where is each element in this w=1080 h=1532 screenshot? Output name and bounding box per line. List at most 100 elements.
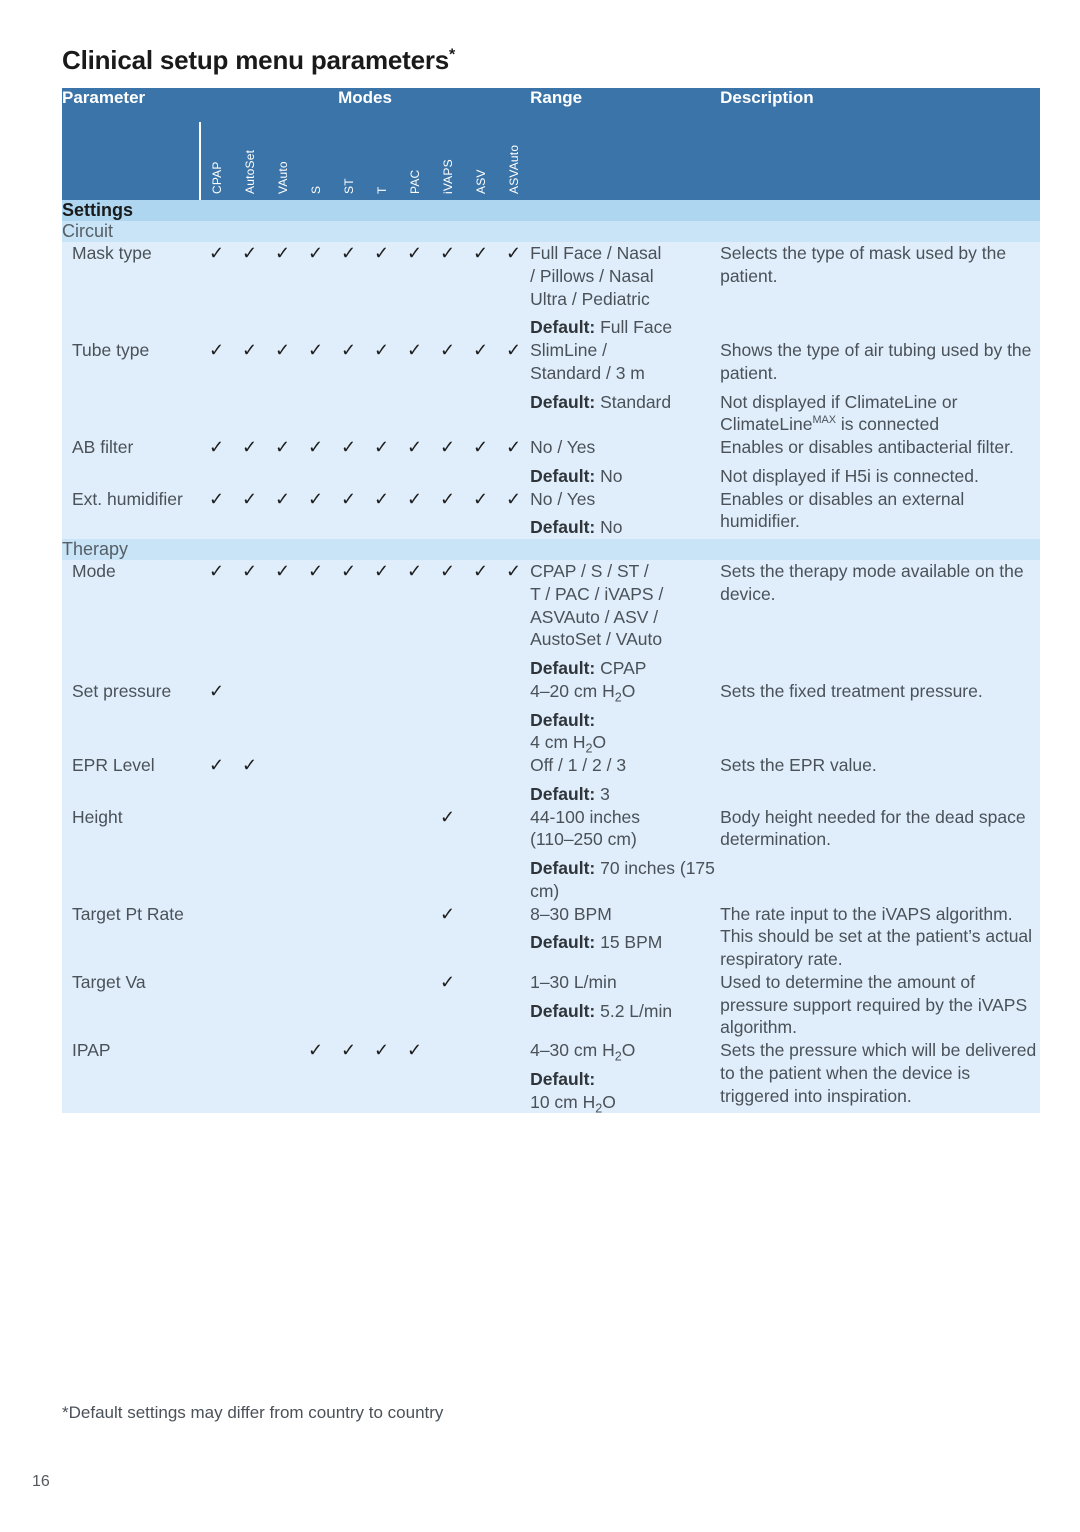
table-row: EPR Level ✓ ✓ Off / 1 / 2 / 3 Default: 3 Sets… bbox=[62, 754, 1041, 806]
parameter-name: Target Va bbox=[62, 970, 200, 1039]
mode-label-asv: ASV bbox=[473, 169, 488, 194]
description-cell: Enables or disables an external humidifi… bbox=[720, 487, 1041, 539]
mode-empty-vauto bbox=[266, 902, 299, 971]
mode-check-ivaps: ✓ bbox=[431, 970, 464, 1039]
mode-check-asv: ✓ bbox=[464, 560, 497, 680]
mode-empty-cpap bbox=[200, 805, 233, 903]
mode-empty-autoset bbox=[233, 679, 266, 754]
mode-column-ivaps: iVAPS bbox=[431, 122, 464, 200]
range-default: Default: No bbox=[530, 517, 623, 538]
table-row: Target Va ✓ 1–30 L/min Default: 5.2 L/min Us… bbox=[62, 970, 1041, 1039]
mode-check-asv: ✓ bbox=[464, 242, 497, 339]
mode-check-t: ✓ bbox=[365, 487, 398, 539]
parameter-name: Mode bbox=[62, 560, 200, 680]
description-cell: Sets the therapy mode available on the d… bbox=[720, 560, 1041, 680]
range-cell: SlimLine / Standard / 3 m Default: Standar… bbox=[530, 339, 721, 436]
description-main: Sets the pressure which will be delivere… bbox=[720, 1040, 1037, 1106]
description-cell: Used to determine the amount of pressure… bbox=[720, 970, 1041, 1039]
mode-empty-st bbox=[332, 805, 365, 903]
description-main: Body height needed for the dead space de… bbox=[720, 806, 1026, 850]
mode-check-s: ✓ bbox=[299, 436, 332, 488]
page-title: Clinical setup menu parameters* bbox=[62, 45, 455, 76]
mode-column-st: ST bbox=[332, 122, 365, 200]
mode-check-asvauto: ✓ bbox=[497, 436, 531, 488]
mode-empty-st bbox=[332, 754, 365, 806]
mode-label-vauto: VAuto bbox=[275, 161, 290, 194]
mode-empty-pac bbox=[398, 805, 431, 903]
table-row: Tube type ✓ ✓ ✓ ✓ ✓ ✓ ✓ ✓ ✓ ✓ SlimLine / Standard / … bbox=[62, 339, 1041, 436]
range-values: 44-100 inches (110–250 cm) bbox=[530, 806, 641, 850]
description-note: Not displayed if ClimateLine or ClimateL… bbox=[720, 391, 958, 435]
description-cell: The rate input to the iVAPS algorithm. T… bbox=[720, 902, 1041, 971]
range-default: Default: 70 inches (175 cm) bbox=[530, 858, 715, 901]
mode-check-ivaps: ✓ bbox=[431, 487, 464, 539]
section-band-settings: Settings bbox=[62, 200, 1041, 221]
mode-check-autoset: ✓ bbox=[233, 436, 266, 488]
table-row: AB filter ✓ ✓ ✓ ✓ ✓ ✓ ✓ ✓ ✓ ✓ No / Yes Default: No En… bbox=[62, 436, 1041, 488]
mode-empty-cpap bbox=[200, 1039, 233, 1114]
range-cell: 1–30 L/min Default: 5.2 L/min bbox=[530, 970, 721, 1039]
mode-empty-ivaps bbox=[431, 1039, 464, 1114]
mode-empty-t bbox=[365, 902, 398, 971]
mode-empty-t bbox=[365, 970, 398, 1039]
column-header-range: Range bbox=[530, 88, 721, 200]
mode-empty-pac bbox=[398, 902, 431, 971]
mode-empty-autoset bbox=[233, 970, 266, 1039]
range-values: 4–20 cm H2O bbox=[530, 680, 636, 705]
mode-check-autoset: ✓ bbox=[233, 754, 266, 806]
mode-label-st: ST bbox=[341, 178, 356, 194]
range-cell: 4–30 cm H2O Default: 10 cm H2O bbox=[530, 1039, 721, 1115]
mode-empty-autoset bbox=[233, 902, 266, 971]
mode-empty-asvauto bbox=[497, 902, 531, 971]
description-main: Enables or disables an external humidifi… bbox=[720, 488, 965, 532]
range-cell: Full Face / Nasal / Pillows / Nasal Ultra … bbox=[530, 242, 721, 339]
range-values: No / Yes bbox=[530, 488, 596, 509]
mode-check-cpap: ✓ bbox=[200, 242, 233, 339]
range-values: 1–30 L/min bbox=[530, 971, 617, 992]
mode-empty-ivaps bbox=[431, 679, 464, 754]
mode-empty-vauto bbox=[266, 1039, 299, 1114]
mode-check-asvauto: ✓ bbox=[497, 339, 531, 436]
mode-column-pac: PAC bbox=[398, 122, 431, 200]
mode-column-asvauto: ASVAuto bbox=[497, 122, 531, 200]
mode-check-st: ✓ bbox=[332, 560, 365, 680]
description-main: Sets the therapy mode available on the d… bbox=[720, 561, 1024, 604]
range-values: 4–30 cm H2O bbox=[530, 1040, 636, 1064]
mode-subheader-spacer bbox=[62, 122, 201, 200]
mode-column-t: T bbox=[365, 122, 398, 200]
mode-empty-asv bbox=[464, 970, 497, 1039]
mode-empty-st bbox=[332, 679, 365, 754]
parameter-name: Tube type bbox=[62, 339, 200, 436]
range-cell: 4–20 cm H2O Default: 4 cm H2O bbox=[530, 679, 721, 756]
range-default: Default: No bbox=[530, 465, 623, 486]
description-main: Enables or disables antibacterial filter… bbox=[720, 437, 1014, 457]
mode-empty-vauto bbox=[266, 805, 299, 903]
mode-column-asv: ASV bbox=[464, 122, 497, 200]
range-values: Off / 1 / 2 / 3 bbox=[530, 755, 627, 775]
table-row: Target Pt Rate ✓ 8–30 BPM Default: 15 BPM Th… bbox=[62, 902, 1041, 971]
mode-check-cpap: ✓ bbox=[200, 339, 233, 436]
mode-empty-asv bbox=[464, 1039, 497, 1114]
mode-empty-vauto bbox=[266, 754, 299, 806]
mode-check-s: ✓ bbox=[299, 560, 332, 680]
mode-check-t: ✓ bbox=[365, 1039, 398, 1114]
mode-check-ivaps: ✓ bbox=[431, 339, 464, 436]
mode-label-asvauto: ASVAuto bbox=[506, 144, 521, 194]
description-note: Not displayed if H5i is connected. bbox=[720, 465, 979, 486]
range-cell: 8–30 BPM Default: 15 BPM bbox=[530, 902, 721, 971]
mode-label-autoset: AutoSet bbox=[242, 149, 257, 194]
mode-check-vauto: ✓ bbox=[266, 560, 299, 680]
mode-label-cpap: CPAP bbox=[210, 161, 224, 194]
table-row: Set pressure ✓ 4–20 cm H2O Default: 4 cm H2O… bbox=[62, 679, 1041, 756]
range-default: Default: 10 cm H2O bbox=[530, 1068, 616, 1115]
mode-check-asv: ✓ bbox=[464, 487, 497, 539]
mode-check-s: ✓ bbox=[299, 487, 332, 539]
mode-empty-s bbox=[299, 679, 332, 754]
mode-empty-asvauto bbox=[497, 754, 531, 806]
range-default: Default: 5.2 L/min bbox=[530, 1000, 673, 1021]
section-label: Settings bbox=[62, 200, 1041, 221]
table-row: Mask type ✓ ✓ ✓ ✓ ✓ ✓ ✓ ✓ ✓ ✓ Full Face / Nasal / Pi… bbox=[62, 242, 1041, 339]
range-default: Default: 4 cm H2O bbox=[530, 709, 607, 756]
mode-check-ivaps: ✓ bbox=[431, 902, 464, 971]
table-row: IPAP ✓ ✓ ✓ ✓ 4–30 cm H2O Default: 10 cm H2O Sets… bbox=[62, 1039, 1041, 1115]
